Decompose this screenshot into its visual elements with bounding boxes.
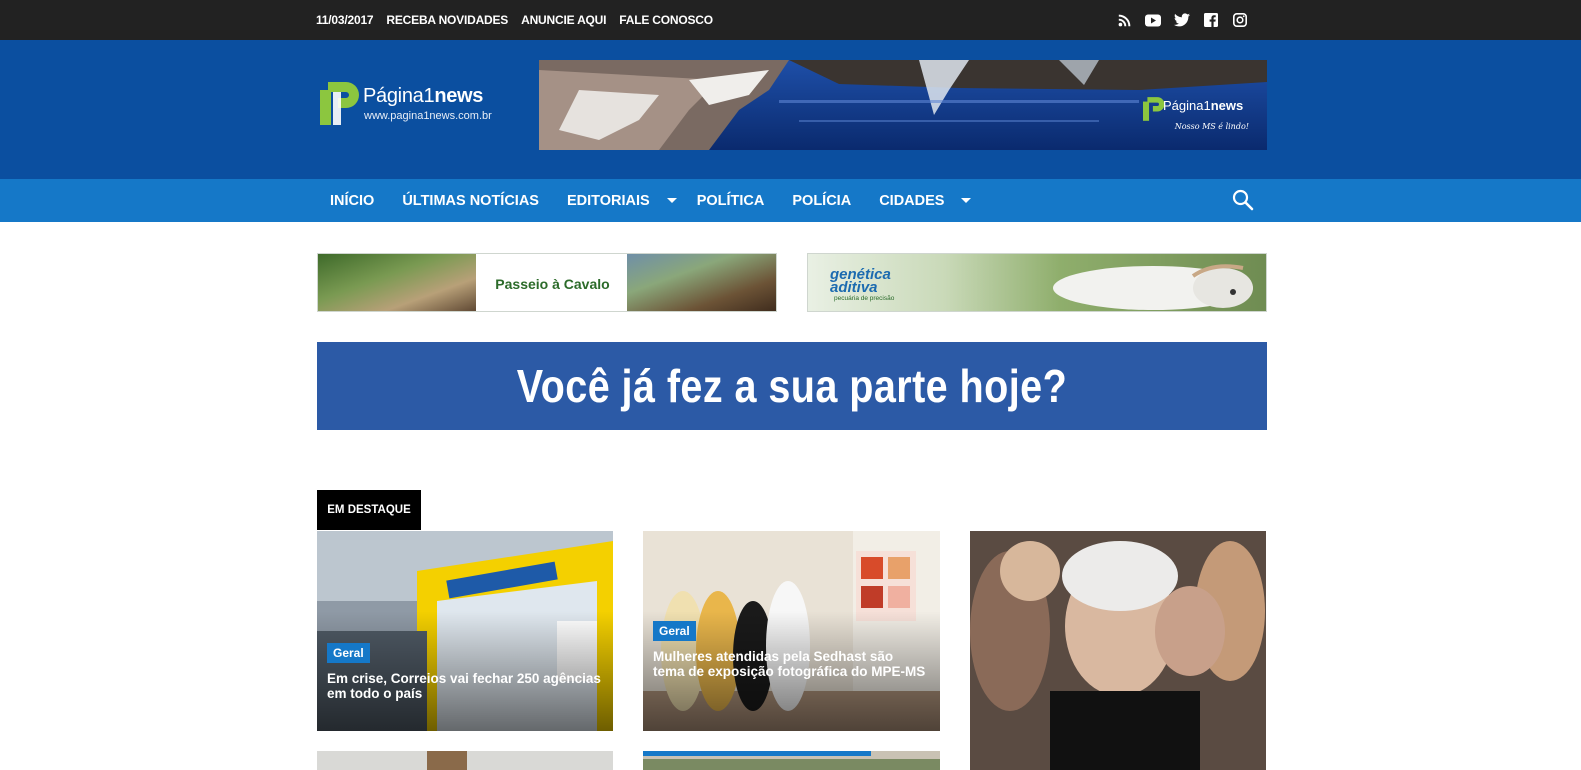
logo-mark-icon <box>320 82 359 125</box>
youtube-icon[interactable] <box>1145 12 1161 28</box>
ad-genetica-aditiva[interactable]: genética aditiva pecuária de precisão <box>807 253 1267 312</box>
nav-item-editoriais[interactable]: EDITORIAIS <box>553 179 693 222</box>
rss-icon[interactable] <box>1116 12 1132 28</box>
category-badge[interactable]: Geral <box>327 643 370 663</box>
featured-card[interactable]: Geral Em crise, Correios vai fechar 250 … <box>317 531 613 731</box>
fale-conosco-link[interactable]: FALE CONOSCO <box>619 13 713 27</box>
featured-card[interactable] <box>643 751 940 770</box>
search-icon[interactable] <box>1232 189 1254 211</box>
banner-logo-mark-icon <box>1143 97 1165 121</box>
banner-logo-name: Página1news <box>1163 98 1244 113</box>
nav-item-ultimas-noticias[interactable]: ÚLTIMAS NOTÍCIAS <box>388 179 553 222</box>
twitter-icon[interactable] <box>1174 12 1190 28</box>
campaign-banner-text: Você já fez a sua parte hoje? <box>516 360 1068 412</box>
chevron-down-icon <box>961 198 972 203</box>
receba-novidades-link[interactable]: RECEBA NOVIDADES <box>386 13 508 27</box>
ad-passeio-a-cavalo[interactable]: Passeio à Cavalo <box>317 253 777 312</box>
main-nav: INÍCIO ÚLTIMAS NOTÍCIAS EDITORIAIS POLÍT… <box>0 179 1581 222</box>
bull-image <box>1053 264 1253 310</box>
featured-card[interactable] <box>317 751 613 770</box>
category-badge[interactable]: Geral <box>653 621 696 641</box>
nav-item-policia[interactable]: POLÍCIA <box>778 179 865 222</box>
card-accent-strip <box>643 751 871 756</box>
nav-item-inicio[interactable]: INÍCIO <box>316 179 388 222</box>
ad-genetica-subtitle: pecuária de precisão <box>834 295 895 302</box>
banner-slogan: Nosso MS é lindo! <box>1174 122 1249 131</box>
card-title[interactable]: Mulheres atendidas pela Sedhast são tema… <box>653 649 928 679</box>
card-photo <box>317 751 613 770</box>
facebook-icon[interactable] <box>1203 12 1219 28</box>
horse-riding-photo <box>627 254 776 311</box>
card-title[interactable]: Em crise, Correios vai fechar 250 agênci… <box>327 671 601 701</box>
campaign-banner[interactable]: Você já fez a sua parte hoje? <box>317 342 1267 430</box>
nav-item-politica[interactable]: POLÍTICA <box>693 179 779 222</box>
header-ad-banner[interactable]: Página1news Nosso MS é lindo! <box>539 60 1267 150</box>
logo-url: www.pagina1news.com.br <box>364 110 492 122</box>
featured-card[interactable]: Geral Mulheres atendidas pela Sedhast sã… <box>643 531 940 731</box>
top-bar: 11/03/2017 RECEBA NOVIDADES ANUNCIE AQUI… <box>0 0 1581 40</box>
chevron-down-icon <box>666 198 677 203</box>
social-links <box>1116 0 1248 40</box>
ad-genetica-brand: genética aditiva <box>830 266 891 296</box>
logo-name: Página1news <box>363 85 484 107</box>
horse-riding-photo <box>318 254 476 311</box>
nav-item-cidades[interactable]: CIDADES <box>865 179 987 222</box>
site-header: Página1news www.pagina1news.com.br Págin… <box>0 40 1581 179</box>
ad-cavalo-text: Passeio à Cavalo <box>495 275 610 292</box>
top-links: 11/03/2017 RECEBA NOVIDADES ANUNCIE AQUI… <box>316 0 713 40</box>
portrait-photo <box>970 531 1266 770</box>
section-title-em-destaque: EM DESTAQUE <box>317 490 421 530</box>
instagram-icon[interactable] <box>1232 12 1248 28</box>
anuncie-aqui-link[interactable]: ANUNCIE AQUI <box>521 13 606 27</box>
featured-card[interactable] <box>970 531 1266 770</box>
site-logo[interactable]: Página1news www.pagina1news.com.br <box>320 82 500 128</box>
current-date: 11/03/2017 <box>316 13 374 27</box>
